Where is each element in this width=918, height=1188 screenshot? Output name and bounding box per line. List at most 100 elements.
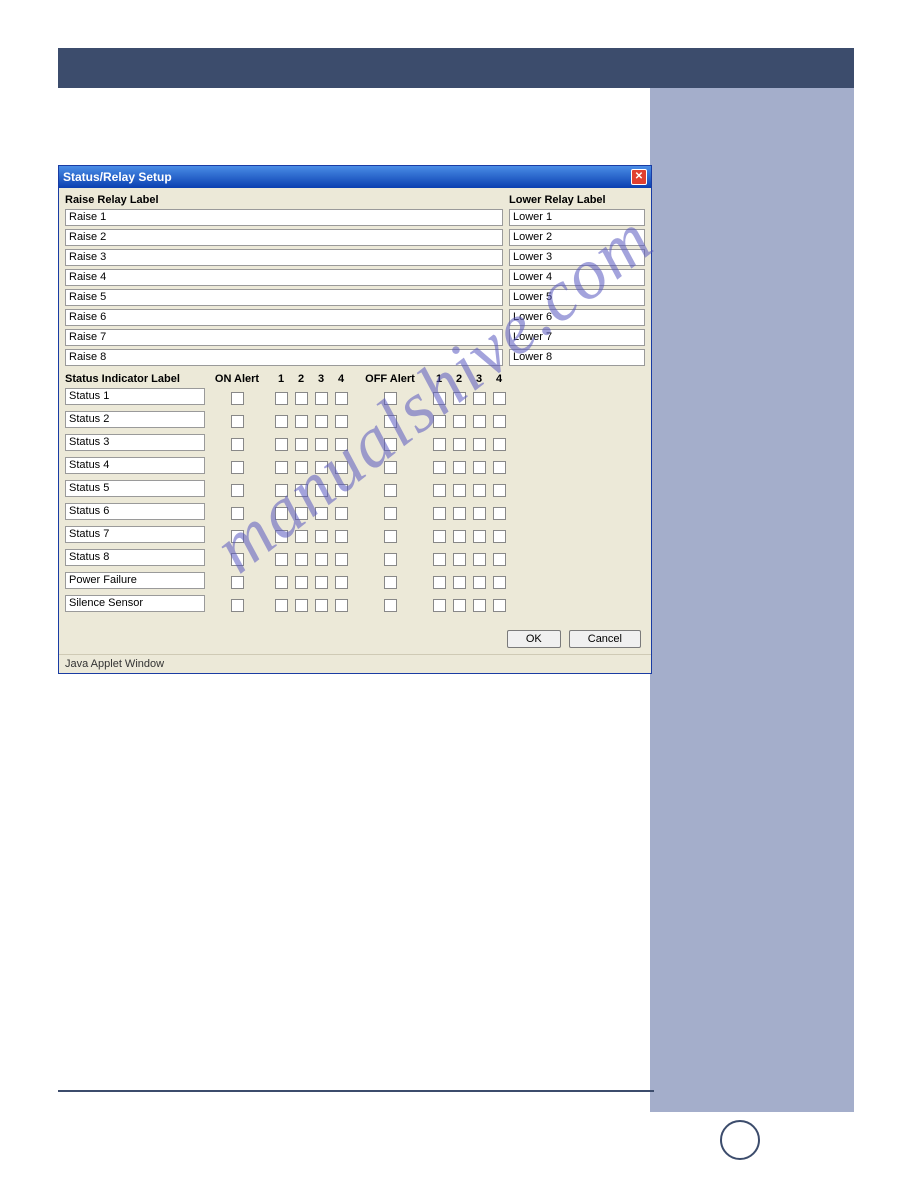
on-4-checkbox[interactable] xyxy=(335,438,348,451)
raise-input-1[interactable]: Raise 1 xyxy=(65,209,503,226)
off-4-checkbox[interactable] xyxy=(493,530,506,543)
off-2-checkbox[interactable] xyxy=(453,461,466,474)
off-4-checkbox[interactable] xyxy=(493,599,506,612)
on-3-checkbox[interactable] xyxy=(315,438,328,451)
off-2-checkbox[interactable] xyxy=(453,507,466,520)
on-2-checkbox[interactable] xyxy=(295,438,308,451)
off-3-checkbox[interactable] xyxy=(473,484,486,497)
off-2-checkbox[interactable] xyxy=(453,553,466,566)
on-4-checkbox[interactable] xyxy=(335,415,348,428)
off-3-checkbox[interactable] xyxy=(473,576,486,589)
off-1-checkbox[interactable] xyxy=(433,530,446,543)
off-alert-checkbox[interactable] xyxy=(384,599,397,612)
status-input-6[interactable]: Status 6 xyxy=(65,503,205,520)
off-2-checkbox[interactable] xyxy=(453,599,466,612)
on-3-checkbox[interactable] xyxy=(315,530,328,543)
off-4-checkbox[interactable] xyxy=(493,553,506,566)
off-1-checkbox[interactable] xyxy=(433,553,446,566)
off-1-checkbox[interactable] xyxy=(433,576,446,589)
on-4-checkbox[interactable] xyxy=(335,484,348,497)
raise-input-8[interactable]: Raise 8 xyxy=(65,349,503,366)
off-alert-checkbox[interactable] xyxy=(384,392,397,405)
on-alert-checkbox[interactable] xyxy=(231,530,244,543)
on-alert-checkbox[interactable] xyxy=(231,438,244,451)
off-2-checkbox[interactable] xyxy=(453,484,466,497)
on-2-checkbox[interactable] xyxy=(295,392,308,405)
status-input-7[interactable]: Status 7 xyxy=(65,526,205,543)
on-1-checkbox[interactable] xyxy=(275,530,288,543)
off-4-checkbox[interactable] xyxy=(493,461,506,474)
raise-input-2[interactable]: Raise 2 xyxy=(65,229,503,246)
on-2-checkbox[interactable] xyxy=(295,415,308,428)
ok-button[interactable]: OK xyxy=(507,630,561,648)
off-1-checkbox[interactable] xyxy=(433,599,446,612)
on-alert-checkbox[interactable] xyxy=(231,599,244,612)
on-4-checkbox[interactable] xyxy=(335,599,348,612)
on-1-checkbox[interactable] xyxy=(275,392,288,405)
on-4-checkbox[interactable] xyxy=(335,392,348,405)
cancel-button[interactable]: Cancel xyxy=(569,630,641,648)
off-alert-checkbox[interactable] xyxy=(384,507,397,520)
lower-input-3[interactable]: Lower 3 xyxy=(509,249,645,266)
status-input-5[interactable]: Status 5 xyxy=(65,480,205,497)
off-alert-checkbox[interactable] xyxy=(384,553,397,566)
on-3-checkbox[interactable] xyxy=(315,415,328,428)
status-input-3[interactable]: Status 3 xyxy=(65,434,205,451)
off-2-checkbox[interactable] xyxy=(453,392,466,405)
on-2-checkbox[interactable] xyxy=(295,461,308,474)
lower-input-6[interactable]: Lower 6 xyxy=(509,309,645,326)
off-alert-checkbox[interactable] xyxy=(384,530,397,543)
off-2-checkbox[interactable] xyxy=(453,530,466,543)
off-4-checkbox[interactable] xyxy=(493,507,506,520)
off-3-checkbox[interactable] xyxy=(473,438,486,451)
on-4-checkbox[interactable] xyxy=(335,461,348,474)
on-1-checkbox[interactable] xyxy=(275,461,288,474)
on-1-checkbox[interactable] xyxy=(275,415,288,428)
on-3-checkbox[interactable] xyxy=(315,507,328,520)
on-alert-checkbox[interactable] xyxy=(231,461,244,474)
off-alert-checkbox[interactable] xyxy=(384,415,397,428)
on-2-checkbox[interactable] xyxy=(295,553,308,566)
on-2-checkbox[interactable] xyxy=(295,507,308,520)
on-1-checkbox[interactable] xyxy=(275,553,288,566)
off-1-checkbox[interactable] xyxy=(433,415,446,428)
on-1-checkbox[interactable] xyxy=(275,576,288,589)
lower-input-1[interactable]: Lower 1 xyxy=(509,209,645,226)
on-3-checkbox[interactable] xyxy=(315,484,328,497)
off-1-checkbox[interactable] xyxy=(433,392,446,405)
on-4-checkbox[interactable] xyxy=(335,530,348,543)
off-1-checkbox[interactable] xyxy=(433,484,446,497)
off-3-checkbox[interactable] xyxy=(473,530,486,543)
on-3-checkbox[interactable] xyxy=(315,553,328,566)
on-alert-checkbox[interactable] xyxy=(231,507,244,520)
off-alert-checkbox[interactable] xyxy=(384,576,397,589)
raise-input-6[interactable]: Raise 6 xyxy=(65,309,503,326)
off-3-checkbox[interactable] xyxy=(473,553,486,566)
off-alert-checkbox[interactable] xyxy=(384,484,397,497)
on-3-checkbox[interactable] xyxy=(315,392,328,405)
off-3-checkbox[interactable] xyxy=(473,507,486,520)
on-alert-checkbox[interactable] xyxy=(231,484,244,497)
off-1-checkbox[interactable] xyxy=(433,461,446,474)
on-2-checkbox[interactable] xyxy=(295,599,308,612)
off-alert-checkbox[interactable] xyxy=(384,438,397,451)
on-3-checkbox[interactable] xyxy=(315,461,328,474)
on-4-checkbox[interactable] xyxy=(335,553,348,566)
on-4-checkbox[interactable] xyxy=(335,576,348,589)
off-alert-checkbox[interactable] xyxy=(384,461,397,474)
lower-input-5[interactable]: Lower 5 xyxy=(509,289,645,306)
lower-input-2[interactable]: Lower 2 xyxy=(509,229,645,246)
off-3-checkbox[interactable] xyxy=(473,599,486,612)
off-4-checkbox[interactable] xyxy=(493,484,506,497)
off-3-checkbox[interactable] xyxy=(473,461,486,474)
on-2-checkbox[interactable] xyxy=(295,530,308,543)
status-input-10[interactable]: Silence Sensor xyxy=(65,595,205,612)
on-alert-checkbox[interactable] xyxy=(231,392,244,405)
status-input-2[interactable]: Status 2 xyxy=(65,411,205,428)
on-alert-checkbox[interactable] xyxy=(231,553,244,566)
off-1-checkbox[interactable] xyxy=(433,507,446,520)
off-3-checkbox[interactable] xyxy=(473,392,486,405)
off-4-checkbox[interactable] xyxy=(493,392,506,405)
on-3-checkbox[interactable] xyxy=(315,576,328,589)
close-button[interactable]: ✕ xyxy=(631,169,647,185)
